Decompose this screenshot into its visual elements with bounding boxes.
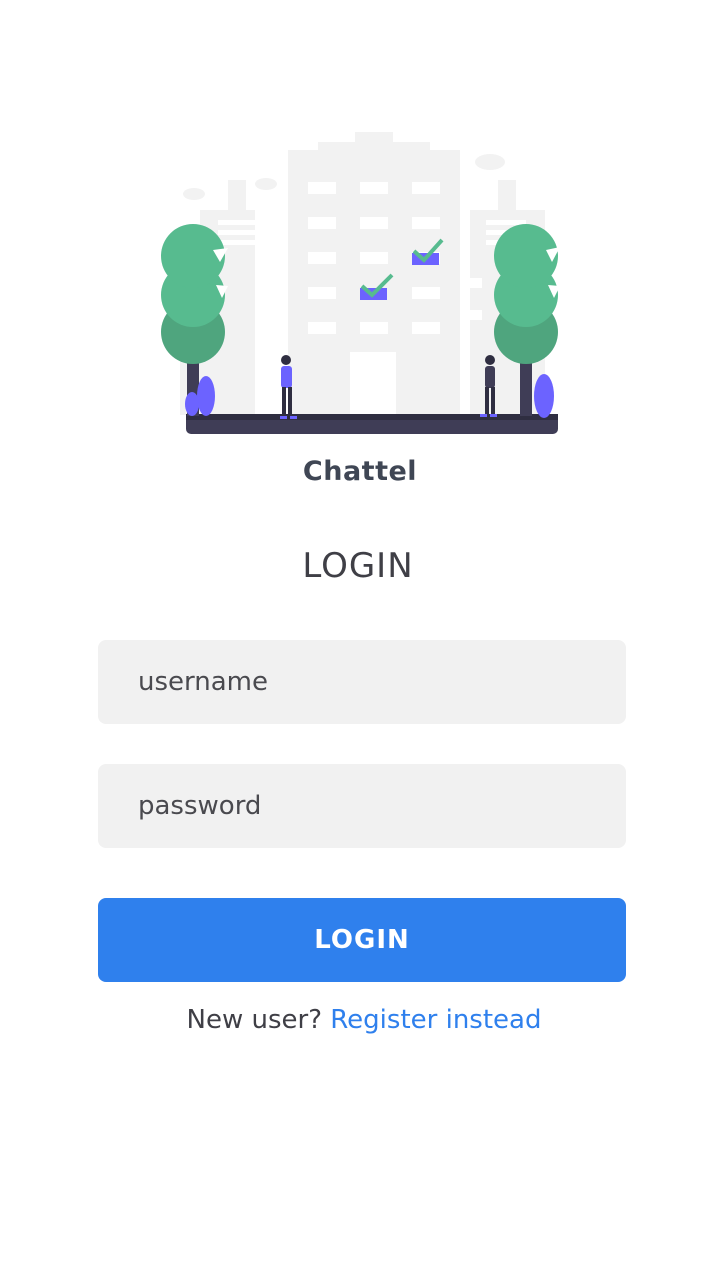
app-name: Chattel	[302, 456, 418, 487]
register-link[interactable]: Register instead	[330, 1005, 541, 1035]
username-input[interactable]	[98, 640, 626, 724]
city-login-illustration	[161, 132, 560, 434]
login-button[interactable]: LOGIN	[98, 898, 626, 982]
register-prompt: New user?	[186, 1005, 323, 1035]
hero-illustration	[150, 120, 570, 440]
login-heading: LOGIN	[302, 546, 414, 586]
register-row: New user? Register instead	[0, 1005, 720, 1035]
password-input[interactable]	[98, 764, 626, 848]
login-screen: Chattel LOGIN LOGIN New user? Register i…	[0, 0, 720, 1280]
